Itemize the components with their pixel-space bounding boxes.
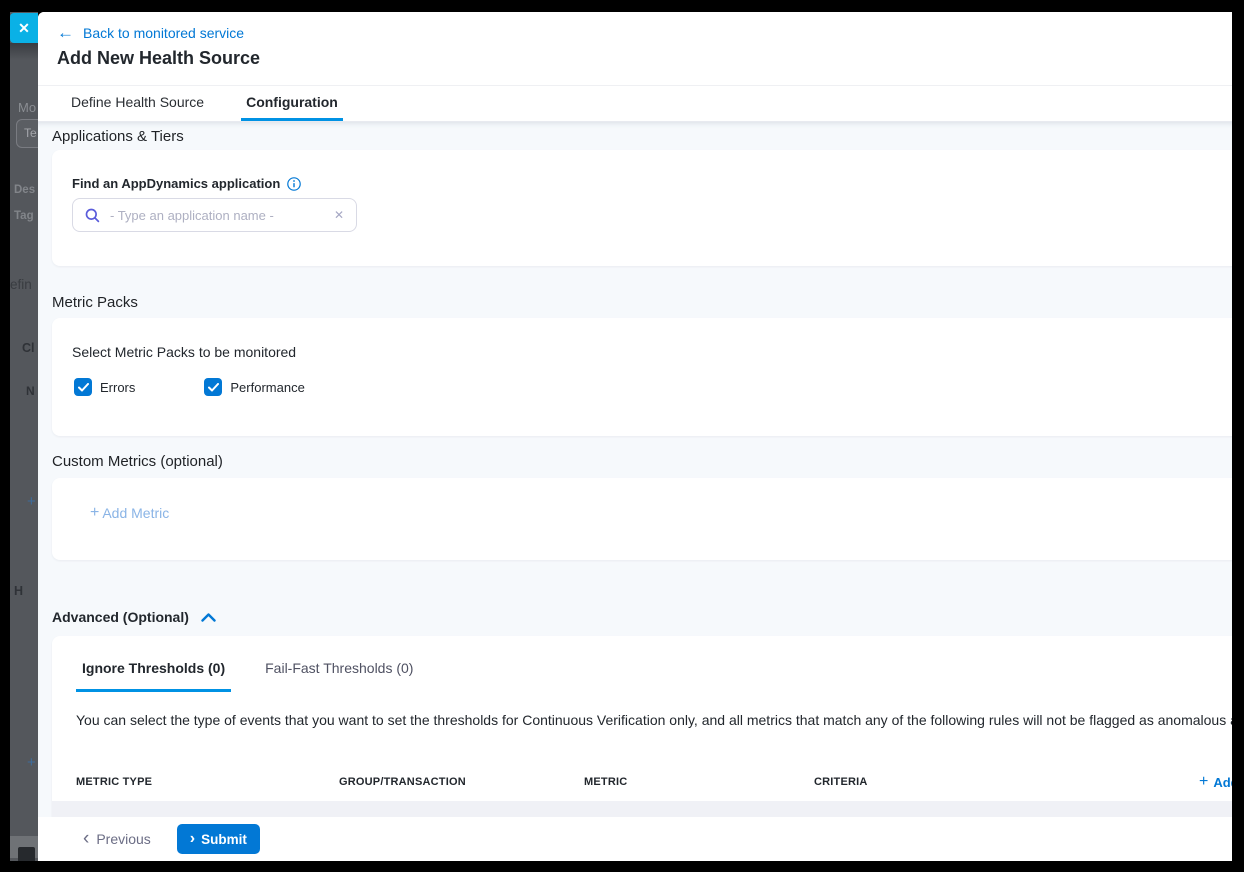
add-metric-button[interactable]: + Add Metric [90, 505, 169, 521]
previous-button[interactable]: ‹ Previous [83, 831, 151, 848]
checkbox-errors-label: Errors [100, 380, 135, 395]
drawer-header: ← Back to monitored service Add New Heal… [38, 12, 1232, 85]
application-search-input[interactable] [110, 208, 324, 223]
background-input-fragment: Te [16, 119, 38, 148]
drawer-footer: ‹ Previous › Submit [38, 817, 1232, 861]
checkbox-errors[interactable]: Errors [74, 378, 135, 396]
back-link-label: Back to monitored service [83, 25, 244, 41]
applications-tiers-card: Find an AppDynamics application [52, 150, 1232, 266]
chevron-up-icon [201, 613, 216, 622]
tab-ignore-thresholds[interactable]: Ignore Thresholds (0) [76, 660, 231, 692]
metric-packs-select-label: Select Metric Packs to be monitored [72, 344, 296, 360]
applications-tiers-heading: Applications & Tiers [52, 128, 184, 145]
plus-icon: + [1199, 774, 1208, 790]
background-fragment: Cl [22, 341, 35, 355]
metric-packs-heading: Metric Packs [52, 294, 138, 311]
chevron-right-icon: › [190, 831, 195, 847]
column-header-metric: METRIC [584, 776, 814, 788]
chevron-left-icon: ‹ [83, 829, 89, 848]
advanced-section-toggle[interactable]: Advanced (Optional) [52, 609, 216, 625]
page-title: Add New Health Source [57, 48, 260, 69]
back-arrow-icon: ← [57, 24, 74, 41]
background-fragment: + [27, 754, 36, 771]
advanced-thresholds-card: Ignore Thresholds (0) Fail-Fast Threshol… [52, 636, 1232, 817]
tab-define-health-source[interactable]: Define Health Source [66, 86, 209, 121]
background-fragment: Tag [14, 210, 34, 222]
find-application-label-text: Find an AppDynamics application [72, 176, 280, 191]
search-icon [85, 208, 100, 223]
metric-packs-card: Select Metric Packs to be monitored Erro… [52, 318, 1232, 436]
thresholds-table-header: METRIC TYPE GROUP/TRANSACTION METRIC CRI… [76, 774, 1232, 790]
checkbox-checked-icon [204, 378, 222, 396]
tab-configuration[interactable]: Configuration [241, 86, 343, 121]
add-metric-label: Add Metric [102, 505, 169, 521]
previous-label: Previous [96, 831, 150, 847]
add-health-source-drawer: ← Back to monitored service Add New Heal… [38, 12, 1232, 861]
background-fragment: + [27, 493, 36, 510]
custom-metrics-card: + Add Metric [52, 478, 1232, 560]
screenshot-stage: Mo Te Des Tag efin Cl N + H + ✕ ← Back t… [10, 12, 1232, 861]
advanced-heading: Advanced (Optional) [52, 609, 189, 625]
background-fragment: efin [10, 277, 32, 292]
thresholds-description: You can select the type of events that y… [76, 710, 1232, 731]
find-application-label: Find an AppDynamics application [72, 176, 301, 191]
plus-icon: + [90, 505, 99, 521]
drawer-tab-bar: Define Health Source Configuration [38, 85, 1232, 122]
empty-table-row [52, 801, 1232, 817]
close-drawer-button[interactable]: ✕ [10, 13, 38, 43]
column-header-criteria: CRITERIA [814, 776, 1199, 788]
checkbox-checked-icon [74, 378, 92, 396]
thresholds-tab-bar: Ignore Thresholds (0) Fail-Fast Threshol… [76, 660, 419, 692]
background-fragment: H [14, 584, 23, 598]
tab-fail-fast-thresholds[interactable]: Fail-Fast Thresholds (0) [259, 660, 419, 692]
info-icon[interactable] [287, 177, 301, 191]
background-fragment: N [26, 384, 35, 398]
background-fragment: Mo [18, 100, 36, 115]
application-search-box[interactable]: ✕ [72, 198, 357, 232]
checkbox-performance-label: Performance [230, 380, 304, 395]
close-icon: ✕ [18, 20, 30, 37]
add-threshold-button[interactable]: + Add Threshold [1199, 774, 1232, 790]
column-header-group-transaction: GROUP/TRANSACTION [339, 776, 584, 788]
background-fragment: Des [14, 184, 35, 196]
add-threshold-label: Add Threshold [1213, 775, 1232, 790]
drawer-content: Applications & Tiers Find an AppDynamics… [38, 122, 1232, 829]
checkbox-performance[interactable]: Performance [204, 378, 304, 396]
clear-search-icon[interactable]: ✕ [334, 209, 344, 221]
submit-button[interactable]: › Submit [177, 824, 260, 854]
back-link[interactable]: ← Back to monitored service [57, 24, 244, 41]
submit-label: Submit [201, 832, 247, 847]
metric-packs-options: Errors Performance [74, 378, 305, 396]
dimmed-background-page: Mo Te Des Tag efin Cl N + H + [10, 12, 38, 861]
column-header-metric-type: METRIC TYPE [76, 776, 339, 788]
custom-metrics-heading: Custom Metrics (optional) [52, 453, 223, 470]
close-button-shadow [10, 43, 38, 60]
content-inner: Applications & Tiers Find an AppDynamics… [38, 122, 1232, 829]
background-fragment [18, 847, 35, 861]
